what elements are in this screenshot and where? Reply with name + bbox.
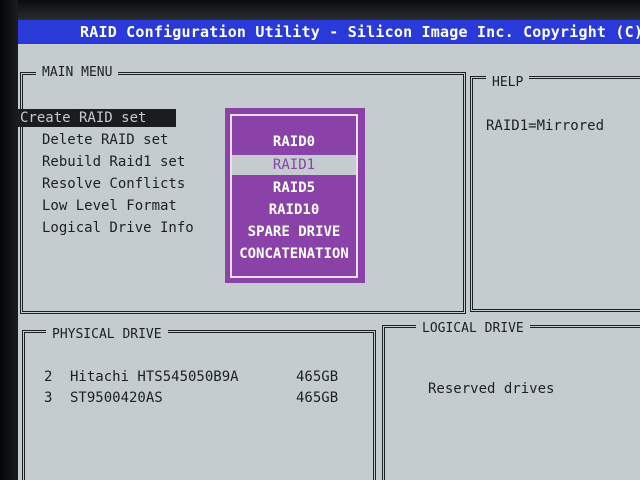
drive-row-size: 465GB: [296, 390, 339, 406]
drive-row-model: Hitachi HTS545050B9A: [70, 369, 239, 385]
raid-type-popup-frame: RAID0 RAID1 RAID5 RAID10 SPARE DRIVE CON…: [230, 114, 358, 278]
menu-item-rebuild-raid1-set[interactable]: Rebuild Raid1 set: [42, 153, 185, 171]
drive-row-index: 2: [44, 369, 53, 385]
raid-option-spare-drive[interactable]: SPARE DRIVE: [232, 222, 356, 242]
help-panel: [470, 76, 640, 312]
raid-option-raid0[interactable]: RAID0: [232, 132, 356, 152]
menu-item-create-raid-set[interactable]: Create RAID set: [18, 109, 177, 127]
main-menu-title: MAIN MENU: [36, 66, 119, 80]
raid-option-raid1[interactable]: RAID1: [232, 155, 356, 175]
logical-drive-panel: [382, 325, 640, 480]
menu-item-delete-raid-set[interactable]: Delete RAID set: [42, 131, 168, 149]
physical-drive-title: PHYSICAL DRIVE: [46, 328, 168, 342]
drive-row-index: 3: [44, 390, 53, 406]
bios-screen: RAID Configuration Utility - Silicon Ima…: [0, 0, 640, 480]
raid-type-popup: RAID0 RAID1 RAID5 RAID10 SPARE DRIVE CON…: [225, 108, 365, 283]
monitor-bezel-left: [0, 0, 18, 480]
monitor-bezel-top: [0, 0, 640, 20]
help-text: RAID1=Mirrored: [486, 118, 605, 134]
help-title: HELP: [486, 76, 530, 90]
menu-item-logical-drive-info[interactable]: Logical Drive Info: [42, 219, 194, 237]
drive-row-size: 465GB: [296, 369, 339, 385]
drive-row-model: ST9500420AS: [70, 390, 163, 406]
logical-drive-title: LOGICAL DRIVE: [416, 322, 530, 336]
raid-option-raid10[interactable]: RAID10: [232, 200, 356, 220]
raid-option-concatenation[interactable]: CONCATENATION: [232, 244, 356, 264]
raid-option-raid5[interactable]: RAID5: [232, 178, 356, 198]
menu-item-low-level-format[interactable]: Low Level Format: [42, 197, 177, 215]
logical-drive-text: Reserved drives: [428, 381, 555, 397]
title-bar: RAID Configuration Utility - Silicon Ima…: [18, 20, 640, 44]
menu-item-resolve-conflicts[interactable]: Resolve Conflicts: [42, 175, 185, 193]
